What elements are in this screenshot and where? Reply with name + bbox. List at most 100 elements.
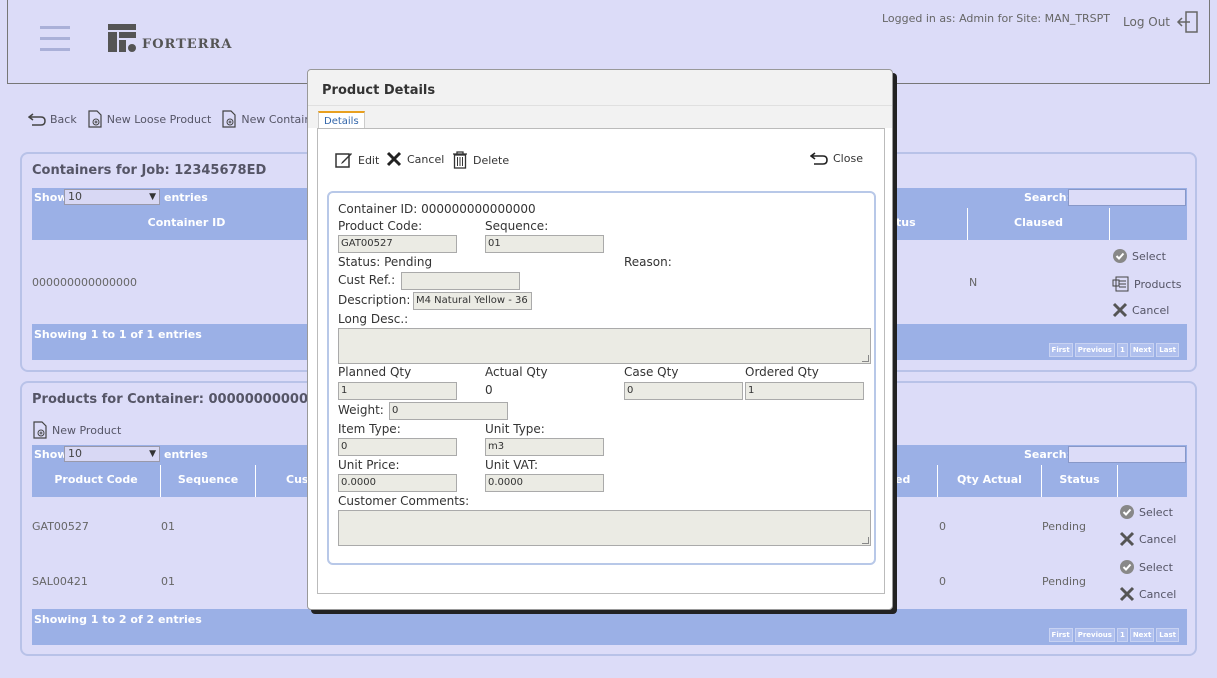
column-header-qty-actual[interactable]: Qty Actual — [938, 465, 1042, 497]
product-details-form: Container ID: 000000000000000 Product Co… — [327, 191, 876, 565]
dialog-title[interactable]: Product Details — [308, 70, 892, 106]
cancel-button[interactable]: Cancel — [1119, 531, 1176, 547]
search-label: Search: — [1024, 191, 1071, 204]
cust-ref-field[interactable] — [401, 272, 520, 290]
case-qty-label: Case Qty — [624, 365, 679, 379]
column-header-actions — [1118, 465, 1187, 497]
cancel-button[interactable]: Cancel — [1112, 302, 1169, 318]
entries-select[interactable]: 10 — [64, 446, 160, 462]
pager-first[interactable]: First — [1048, 343, 1073, 357]
tab-details[interactable]: Details — [318, 111, 365, 129]
entries-select[interactable]: 10 — [64, 189, 160, 205]
customer-comments-textarea[interactable] — [338, 510, 871, 546]
show-label: Show — [34, 191, 68, 204]
menu-icon[interactable] — [40, 26, 70, 51]
column-header-status[interactable]: Status — [1042, 465, 1118, 497]
new-loose-product-button[interactable]: New Loose Product — [87, 110, 212, 128]
new-product-button[interactable]: New Product — [32, 421, 121, 439]
new-loose-product-label: New Loose Product — [106, 112, 212, 126]
select-label: Select — [1139, 505, 1173, 519]
cancel-button[interactable]: Cancel — [386, 151, 444, 167]
new-container-button[interactable]: New Containe — [221, 110, 318, 128]
new-product-label: New Product — [52, 423, 122, 437]
back-arrow-icon — [810, 152, 828, 165]
pager-next[interactable]: Next — [1129, 343, 1155, 357]
actual-qty-value: 0 — [485, 383, 493, 397]
column-header-product-code[interactable]: Product Code — [32, 465, 161, 497]
sequence-field[interactable]: 01 — [485, 235, 604, 253]
cust-ref-label: Cust Ref.: — [338, 273, 396, 287]
edit-label: Edit — [358, 153, 380, 167]
unit-type-field[interactable]: m3 — [485, 438, 604, 456]
logout-button[interactable]: Log Out — [1123, 10, 1200, 34]
delete-button[interactable]: Delete — [452, 151, 509, 169]
reason-label: Reason: — [624, 255, 672, 269]
status-cell: Pending — [1042, 575, 1086, 588]
pager-first[interactable]: First — [1048, 628, 1073, 642]
column-header-sequence[interactable]: Sequence — [161, 465, 256, 497]
logout-label: Log Out — [1123, 15, 1171, 29]
pager-previous[interactable]: Previous — [1074, 343, 1115, 357]
edit-button[interactable]: Edit — [335, 151, 379, 169]
showing-entries-text: Showing 1 to 2 of 2 entries — [34, 613, 202, 626]
select-button[interactable]: Select — [1112, 248, 1166, 264]
product-code-field[interactable]: GAT00527 — [338, 235, 457, 253]
showing-entries-text: Showing 1 to 1 of 1 entries — [34, 328, 202, 341]
qty-actual-cell: 0 — [939, 575, 946, 588]
pager-last[interactable]: Last — [1156, 343, 1179, 357]
cancel-label: Cancel — [1139, 532, 1177, 546]
item-type-field[interactable]: 0 — [338, 438, 457, 456]
column-header-container-id[interactable]: Container ID — [32, 208, 342, 240]
weight-field[interactable]: 0 — [389, 402, 508, 420]
products-icon — [1112, 276, 1129, 292]
new-document-icon — [222, 110, 236, 128]
check-circle-icon — [1113, 249, 1127, 263]
unit-price-field[interactable]: 0.0000 — [338, 474, 457, 492]
case-qty-field[interactable]: 0 — [624, 382, 743, 400]
product-details-dialog: Product Details Details Edit Cancel Dele… — [307, 69, 893, 610]
product-code-label: Product Code: — [338, 219, 423, 233]
search-input[interactable] — [1068, 446, 1186, 463]
back-button[interactable]: Back — [28, 110, 77, 128]
planned-qty-field[interactable]: 1 — [338, 382, 457, 400]
pagination: First Previous 1 Next Last — [1048, 628, 1179, 642]
pager-next[interactable]: Next — [1129, 628, 1155, 642]
pager-page[interactable]: 1 — [1116, 343, 1128, 357]
column-header-status[interactable]: tus — [892, 208, 968, 240]
check-circle-icon — [1120, 505, 1134, 519]
pager-page[interactable]: 1 — [1116, 628, 1128, 642]
close-button[interactable]: Close — [810, 151, 863, 165]
unit-vat-field[interactable]: 0.0000 — [485, 474, 604, 492]
select-button[interactable]: Select — [1119, 504, 1173, 520]
product-code-cell: GAT00527 — [32, 520, 89, 533]
sequence-cell: 01 — [161, 520, 175, 533]
delete-label: Delete — [473, 153, 510, 167]
page-toolbar: Back New Loose Product New Containe — [28, 110, 318, 128]
products-button[interactable]: Products — [1112, 275, 1182, 293]
search-input[interactable] — [1068, 189, 1186, 206]
description-field[interactable]: M4 Natural Yellow - 36 — [413, 292, 532, 310]
new-document-icon — [33, 421, 47, 439]
show-label: Show — [34, 448, 68, 461]
container-id-text: Container ID: 000000000000000 — [338, 202, 536, 216]
column-header-qty-used[interactable]: ed — [892, 465, 938, 497]
logo-text: FORTERRA — [142, 37, 233, 52]
ordered-qty-field[interactable]: 1 — [745, 382, 864, 400]
cancel-label: Cancel — [407, 152, 445, 166]
close-x-icon — [1119, 531, 1135, 547]
back-arrow-icon — [28, 113, 46, 126]
products-title: Products for Container: 00000000000000 — [32, 392, 336, 407]
long-desc-textarea[interactable] — [338, 328, 871, 364]
unit-price-label: Unit Price: — [338, 458, 400, 472]
logo-icon — [108, 24, 136, 52]
forterra-logo: FORTERRA — [108, 24, 232, 52]
column-header-actions — [1110, 208, 1187, 240]
cancel-button[interactable]: Cancel — [1119, 586, 1176, 602]
tab-strip: Details — [308, 106, 892, 129]
select-button[interactable]: Select — [1119, 559, 1173, 575]
pager-last[interactable]: Last — [1156, 628, 1179, 642]
pagination: First Previous 1 Next Last — [1048, 343, 1179, 357]
column-header-claused[interactable]: Claused — [968, 208, 1110, 240]
unit-type-label: Unit Type: — [485, 422, 545, 436]
pager-previous[interactable]: Previous — [1074, 628, 1115, 642]
